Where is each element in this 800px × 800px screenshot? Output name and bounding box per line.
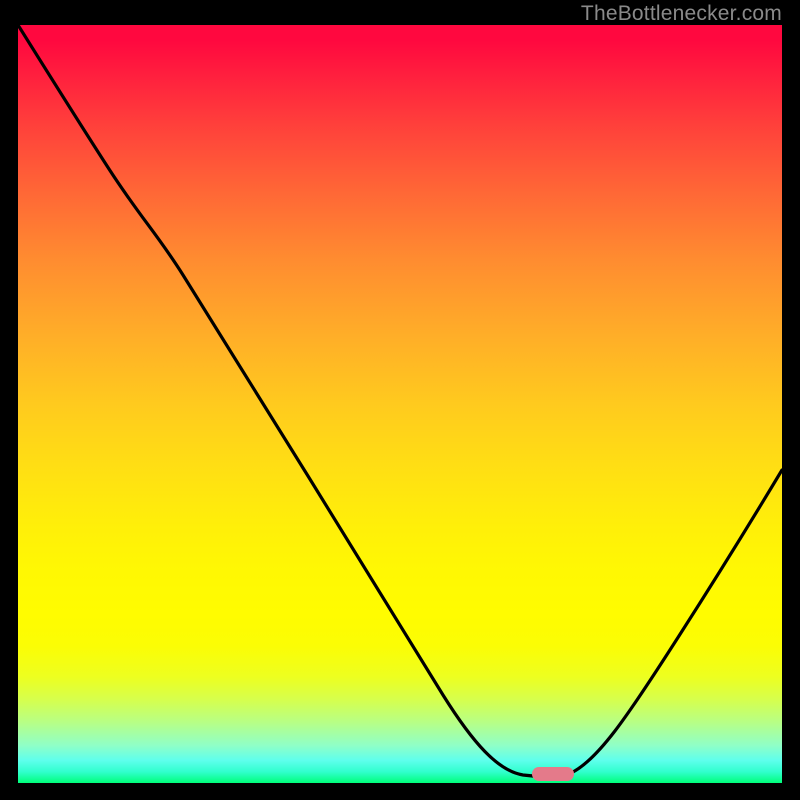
bottleneck-curve [18, 25, 782, 783]
curve-path [18, 25, 782, 776]
plot-area [18, 25, 782, 783]
optimum-marker [532, 767, 574, 781]
watermark-text: TheBottlenecker.com [581, 2, 782, 26]
chart-stage: TheBottlenecker.com [0, 0, 800, 800]
